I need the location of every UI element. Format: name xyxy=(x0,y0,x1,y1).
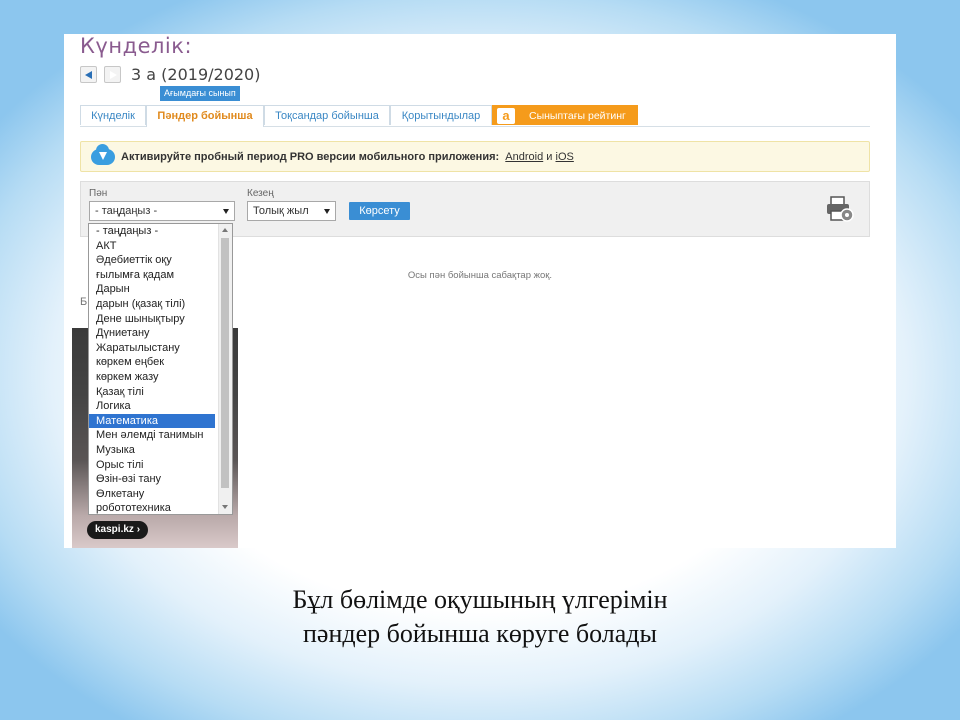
dropdown-option[interactable]: Дене шынықтыру xyxy=(89,312,215,327)
ios-link[interactable]: iOS xyxy=(556,151,574,163)
period-select-value: Толық жыл xyxy=(253,205,309,217)
chevron-down-icon xyxy=(324,209,330,214)
banner-and: и xyxy=(546,151,553,163)
subject-dropdown-list[interactable]: - таңдаңыз - АКТ Әдебиеттік оқу ғылымға қад… xyxy=(88,223,233,515)
dropdown-option[interactable]: Математика xyxy=(89,413,215,429)
scroll-down-icon[interactable] xyxy=(222,505,228,509)
dropdown-scrollbar[interactable] xyxy=(218,224,232,514)
dropdown-option[interactable]: Өзін-өзі тану xyxy=(89,472,215,487)
dropdown-option[interactable]: Дарын xyxy=(89,282,215,297)
dropdown-option[interactable]: Қазақ тілі xyxy=(89,385,215,400)
dropdown-option[interactable]: АКТ xyxy=(89,239,215,254)
dropdown-option[interactable]: Жаратылыстану xyxy=(89,341,215,356)
kaspi-ad-button[interactable]: kaspi.kz › xyxy=(87,521,149,539)
tab-diary[interactable]: Күнделік xyxy=(80,105,146,125)
dropdown-options: - таңдаңыз - АКТ Әдебиеттік оқу ғылымға қад… xyxy=(89,224,232,514)
scrollbar-thumb[interactable] xyxy=(221,238,229,488)
dropdown-option[interactable]: - таңдаңыз - xyxy=(89,224,215,239)
dropdown-option[interactable]: Өлкетану xyxy=(89,487,215,502)
tab-results[interactable]: Қорытындылар xyxy=(390,105,492,125)
dropdown-option[interactable]: робототехника xyxy=(89,501,215,514)
arrow-left-icon xyxy=(85,71,92,79)
period-label: Кезең xyxy=(247,188,274,199)
chevron-down-icon xyxy=(223,209,229,214)
period-select[interactable]: Толық жыл xyxy=(247,201,336,221)
page-title: Күнделік: xyxy=(80,34,193,58)
tab-class-rating[interactable]: a Сыныптағы рейтинг xyxy=(492,105,638,125)
dropdown-option[interactable]: дарын (қазақ тілі) xyxy=(89,297,215,312)
dropdown-option[interactable]: көркем еңбек xyxy=(89,355,215,370)
tab-bar: Күнделік Пәндер бойынша Тоқсандар бойынш… xyxy=(80,105,870,127)
prev-class-button[interactable] xyxy=(80,66,97,83)
class-label: 3 а (2019/2020) xyxy=(131,65,261,84)
slide-caption: Бұл бөлімде оқушының үлгерімін пәндер бо… xyxy=(0,583,960,651)
dropdown-option[interactable]: Әдебиеттік оқу xyxy=(89,253,215,268)
tab-quarters[interactable]: Тоқсандар бойынша xyxy=(264,105,390,125)
dropdown-option[interactable]: Мен әлемді танимын xyxy=(89,428,215,443)
current-class-badge: Ағымдағы сынып xyxy=(160,86,240,101)
scroll-up-icon[interactable] xyxy=(222,228,228,232)
tab-subjects[interactable]: Пәндер бойынша xyxy=(146,105,264,127)
android-link[interactable]: Android xyxy=(505,151,543,163)
caption-line-1: Бұл бөлімде оқушының үлгерімін xyxy=(292,585,668,614)
print-settings-icon[interactable] xyxy=(825,194,855,224)
pro-trial-banner: Активируйте пробный период PRO версии мо… xyxy=(80,141,870,172)
next-class-button[interactable] xyxy=(104,66,121,83)
dropdown-option[interactable]: көркем жазу xyxy=(89,370,215,385)
subject-label: Пән xyxy=(89,188,108,199)
subject-select[interactable]: - таңдаңыз - xyxy=(89,201,235,221)
dropdown-option[interactable]: Музыка xyxy=(89,443,215,458)
banner-text: Активируйте пробный период PRO версии мо… xyxy=(121,151,500,163)
rating-logo-icon: a xyxy=(497,108,515,124)
banner-text-wrap: Активируйте пробный период PRO версии мо… xyxy=(121,151,574,163)
arrow-right-icon xyxy=(110,71,117,79)
diary-screenshot: Күнделік: 3 а (2019/2020) Ағымдағы сынып… xyxy=(64,34,896,548)
dropdown-option[interactable]: ғылымға қадам xyxy=(89,268,215,283)
cloud-download-icon xyxy=(91,144,115,165)
dropdown-option[interactable]: Орыс тілі xyxy=(89,458,215,473)
caption-line-2: пәндер бойынша көруге болады xyxy=(303,619,657,648)
tab-rating-label: Сыныптағы рейтинг xyxy=(529,110,626,122)
partial-text: Б xyxy=(80,296,88,308)
show-button[interactable]: Көрсету xyxy=(349,202,410,220)
dropdown-option[interactable]: Дүниетану xyxy=(89,326,215,341)
subject-select-value: - таңдаңыз - xyxy=(95,205,158,217)
dropdown-option[interactable]: Логика xyxy=(89,399,215,414)
